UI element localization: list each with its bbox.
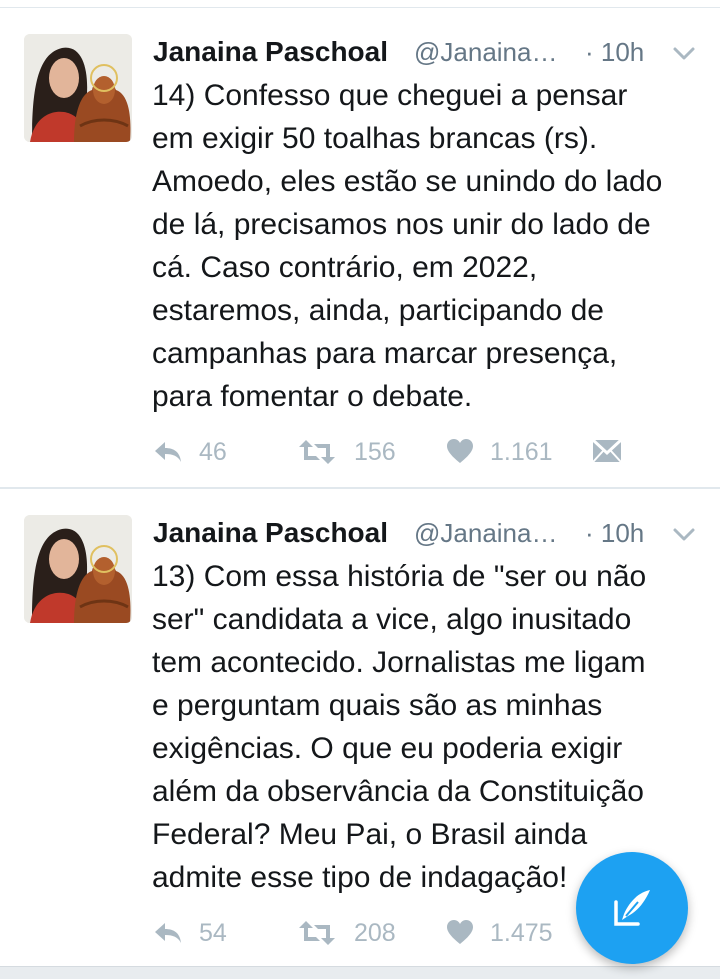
reply-button[interactable]: 54 [153,913,243,953]
avatar-photo [24,34,132,142]
tweet-time[interactable]: · 10h [585,32,644,72]
tweet-time[interactable]: · 10h [585,513,644,553]
retweet-icon [299,440,335,464]
author-handle[interactable]: @JanainaD… [414,513,574,553]
avatar-photo [24,515,132,623]
author-name[interactable]: Janaina Paschoal [153,32,388,72]
retweet-button[interactable]: 156 [298,432,418,472]
chevron-down-icon[interactable] [671,521,697,547]
top-divider [0,0,720,8]
avatar[interactable] [24,34,132,142]
like-button[interactable]: 1.475 [446,913,566,953]
retweet-count: 156 [354,438,396,466]
bottom-edge [0,966,720,979]
tweet-text: 13) Com essa história de "ser ou não ser… [152,560,647,894]
tweet-text: 14) Confesso que cheguei a pensar em exi… [152,79,663,413]
reply-button[interactable]: 46 [153,432,243,472]
compose-tweet-icon [614,890,650,926]
tweet-header: Janaina Paschoal @JanainaD… · 10h [153,513,713,553]
reply-count: 46 [199,438,227,466]
heart-icon [447,920,473,944]
retweet-count: 208 [354,919,396,947]
compose-tweet-button[interactable] [576,852,688,964]
reply-icon [155,442,181,462]
avatar[interactable] [24,515,132,623]
envelope-icon [591,438,623,463]
like-count: 1.475 [490,919,553,947]
tweet[interactable]: Janaina Paschoal @JanainaD… · 10h 14) Co… [0,8,720,489]
like-count: 1.161 [490,438,553,466]
heart-icon [447,439,473,463]
like-button[interactable]: 1.161 [446,432,566,472]
author-name[interactable]: Janaina Paschoal [153,513,388,553]
author-handle[interactable]: @JanainaD… [414,32,574,72]
chevron-down-icon[interactable] [671,40,697,66]
tweet-header: Janaina Paschoal @JanainaD… · 10h [153,32,713,72]
tweet-actions: 46 156 1.161 [0,432,720,472]
reply-count: 54 [199,919,227,947]
retweet-icon [299,921,335,945]
retweet-button[interactable]: 208 [298,913,418,953]
direct-message-button[interactable] [591,432,623,472]
reply-icon [155,923,181,943]
